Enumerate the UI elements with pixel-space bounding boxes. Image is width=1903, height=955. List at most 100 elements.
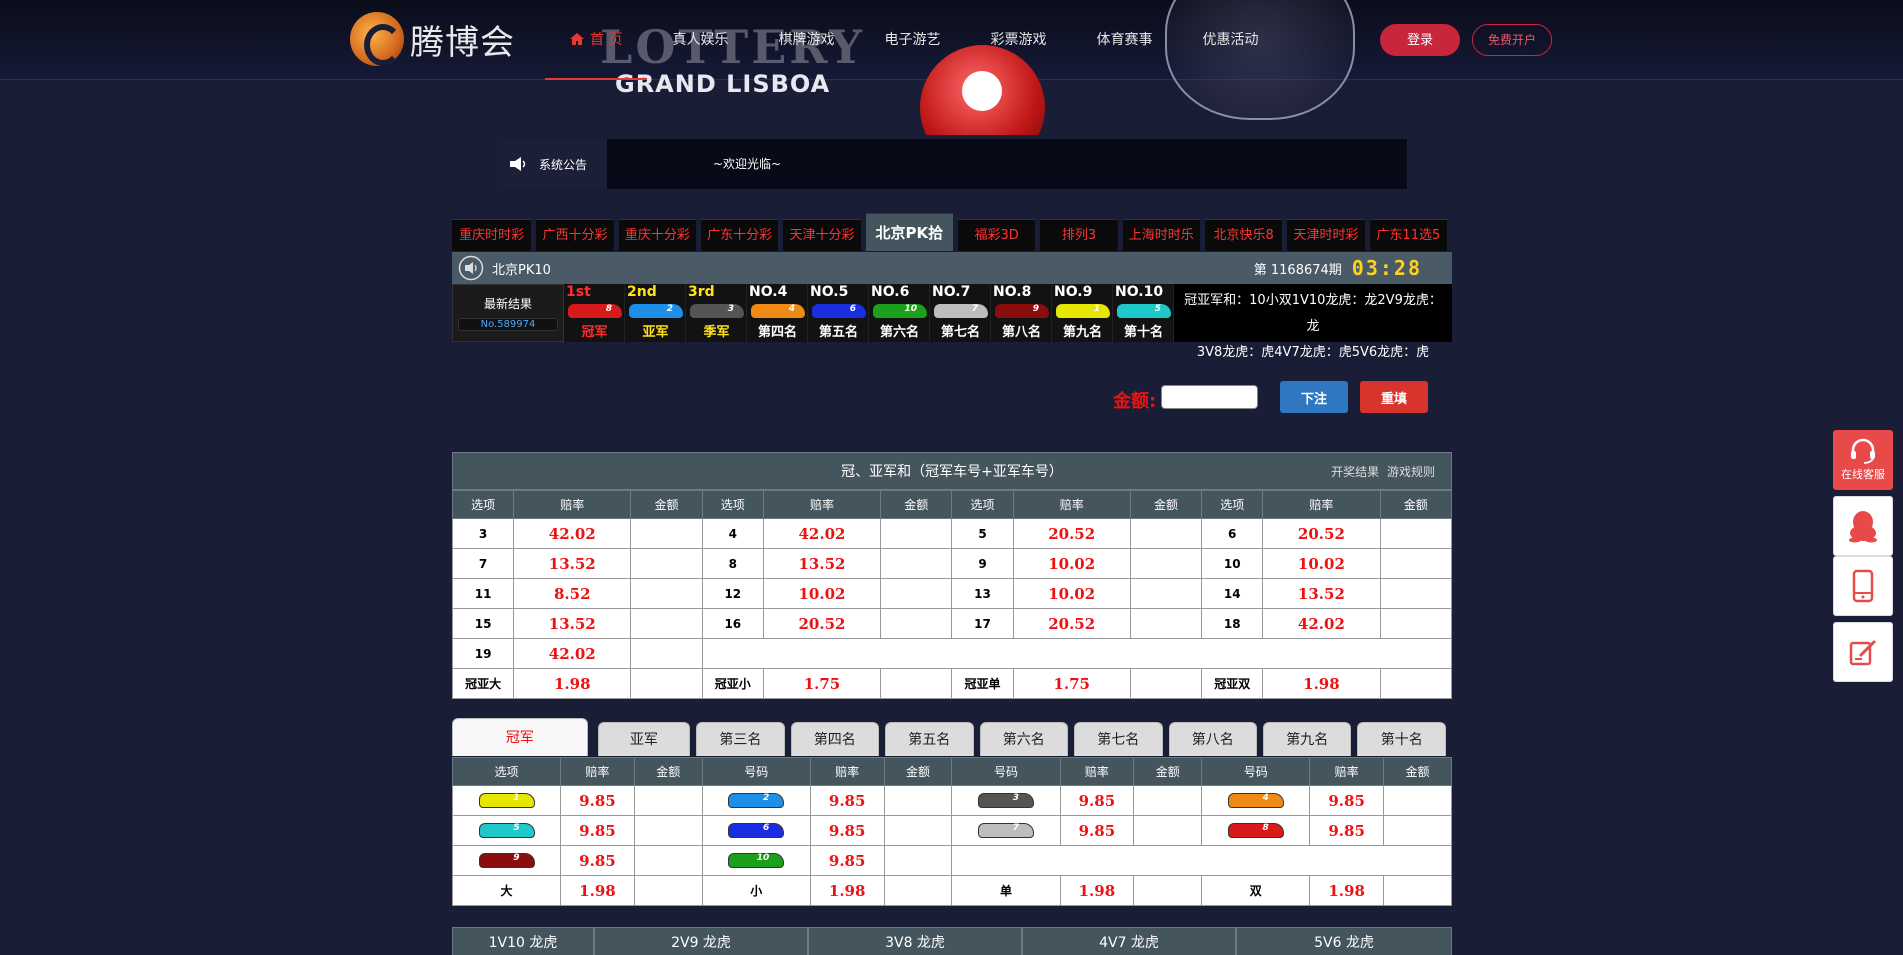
nav-item-1[interactable]: 真人娱乐 — [647, 0, 753, 80]
bet-amount-cell[interactable] — [630, 668, 703, 699]
bet-odds[interactable]: 20.52 — [1012, 608, 1131, 639]
sound-toggle-icon[interactable] — [458, 255, 484, 281]
bet-amount-cell[interactable] — [633, 875, 703, 906]
bet-odds[interactable]: 9.85 — [809, 815, 885, 846]
site-logo[interactable]: 腾博会 — [350, 10, 520, 68]
game-rules-link[interactable]: 游戏规则 — [1387, 465, 1435, 479]
reset-button[interactable]: 重填 — [1360, 381, 1428, 413]
nav-item-4[interactable]: 彩票游戏 — [965, 0, 1071, 80]
bet-odds[interactable]: 1.98 — [1309, 875, 1384, 906]
position-tab-2[interactable]: 第三名 — [696, 722, 785, 756]
bet-odds[interactable]: 1.75 — [762, 668, 882, 699]
bet-amount-cell[interactable] — [880, 578, 953, 609]
bet-amount-cell[interactable] — [1379, 668, 1453, 699]
bet-amount-cell[interactable] — [630, 548, 703, 579]
bet-odds[interactable]: 9.85 — [560, 845, 635, 876]
bet-amount-cell[interactable] — [630, 518, 703, 549]
place-bet-button[interactable]: 下注 — [1280, 381, 1348, 413]
game-tab-0[interactable]: 重庆时时彩 — [452, 219, 532, 251]
bet-odds[interactable]: 9.85 — [1059, 815, 1135, 846]
register-button[interactable]: 免费开户 — [1472, 24, 1552, 56]
bet-odds[interactable]: 20.52 — [1262, 518, 1381, 549]
bet-odds[interactable]: 20.52 — [762, 608, 882, 639]
bet-odds[interactable]: 9.85 — [1309, 815, 1384, 846]
bet-odds[interactable]: 10.02 — [1262, 548, 1381, 579]
bet-odds[interactable]: 8.52 — [513, 578, 632, 609]
online-service-button[interactable]: 在线客服 — [1833, 430, 1893, 490]
feedback-button[interactable] — [1833, 622, 1893, 682]
bet-amount-cell[interactable] — [1379, 608, 1453, 639]
game-tab-7[interactable]: 排列3 — [1040, 219, 1118, 251]
bet-amount-cell[interactable] — [880, 668, 953, 699]
nav-item-2[interactable]: 棋牌游戏 — [753, 0, 859, 80]
nav-item-3[interactable]: 电子游艺 — [859, 0, 965, 80]
game-tab-11[interactable]: 广东11选5 — [1369, 219, 1448, 251]
game-tab-3[interactable]: 广东十分彩 — [701, 219, 779, 251]
position-tab-5[interactable]: 第六名 — [979, 722, 1069, 756]
bet-odds[interactable]: 42.02 — [762, 518, 882, 549]
position-tab-7[interactable]: 第八名 — [1168, 722, 1257, 756]
bet-amount-cell[interactable] — [1129, 518, 1203, 549]
bet-odds[interactable]: 1.98 — [513, 668, 632, 699]
nav-item-0[interactable]: 首 页 — [545, 0, 648, 80]
bet-amount-cell[interactable] — [633, 845, 703, 876]
position-tab-9[interactable]: 第十名 — [1357, 722, 1446, 756]
position-tab-3[interactable]: 第四名 — [790, 722, 880, 756]
bet-odds[interactable]: 10.02 — [1012, 548, 1131, 579]
bet-amount-cell[interactable] — [1133, 875, 1203, 906]
bet-amount-cell[interactable] — [1382, 875, 1453, 906]
bet-amount-cell[interactable] — [883, 815, 953, 846]
bet-odds[interactable]: 13.52 — [1262, 578, 1381, 609]
bet-odds[interactable]: 1.98 — [560, 875, 635, 906]
bet-odds[interactable]: 13.52 — [513, 608, 632, 639]
bet-amount-cell[interactable] — [1133, 785, 1203, 816]
bet-amount-cell[interactable] — [1379, 518, 1453, 549]
bet-amount-cell[interactable] — [1382, 785, 1453, 816]
bet-odds[interactable]: 9.85 — [1059, 785, 1135, 816]
bet-odds[interactable]: 9.85 — [560, 785, 635, 816]
bet-amount-cell[interactable] — [1129, 668, 1203, 699]
game-tab-6[interactable]: 福彩3D — [957, 219, 1036, 251]
bet-amount-cell[interactable] — [630, 638, 703, 669]
bet-amount-cell[interactable] — [1129, 548, 1203, 579]
bet-amount-cell[interactable] — [630, 608, 703, 639]
qq-contact-button[interactable] — [1833, 496, 1893, 556]
bet-amount-cell[interactable] — [1129, 578, 1203, 609]
position-tab-0[interactable]: 冠军 — [452, 718, 588, 756]
bet-amount-cell[interactable] — [880, 518, 953, 549]
position-tab-8[interactable]: 第九名 — [1263, 722, 1352, 756]
position-tab-4[interactable]: 第五名 — [885, 722, 974, 756]
bet-amount-cell[interactable] — [880, 608, 953, 639]
game-tab-4[interactable]: 天津十分彩 — [783, 219, 861, 251]
bet-amount-cell[interactable] — [1133, 815, 1203, 846]
game-tab-5[interactable]: 北京PK拾 — [865, 213, 953, 251]
bet-odds[interactable]: 20.52 — [1012, 518, 1131, 549]
bet-amount-cell[interactable] — [1129, 608, 1203, 639]
bet-amount-cell[interactable] — [880, 548, 953, 579]
bet-odds[interactable]: 42.02 — [513, 638, 632, 669]
draw-results-link[interactable]: 开奖结果 — [1331, 465, 1379, 479]
bet-amount-cell[interactable] — [1382, 815, 1453, 846]
bet-amount-cell[interactable] — [883, 845, 953, 876]
bet-odds[interactable]: 10.02 — [762, 578, 882, 609]
nav-item-6[interactable]: 优惠活动 — [1177, 0, 1283, 80]
game-tab-9[interactable]: 北京快乐8 — [1204, 219, 1283, 251]
bet-odds[interactable]: 42.02 — [513, 518, 632, 549]
bet-odds[interactable]: 42.02 — [1262, 608, 1381, 639]
nav-item-5[interactable]: 体育赛事 — [1071, 0, 1177, 80]
bet-odds[interactable]: 9.85 — [809, 845, 885, 876]
login-button[interactable]: 登录 — [1380, 24, 1460, 56]
bet-odds[interactable]: 9.85 — [1309, 785, 1384, 816]
position-tab-1[interactable]: 亚军 — [597, 722, 691, 756]
bet-odds[interactable]: 10.02 — [1012, 578, 1131, 609]
bet-odds[interactable]: 9.85 — [560, 815, 635, 846]
bet-odds[interactable]: 1.75 — [1012, 668, 1131, 699]
bet-odds[interactable]: 13.52 — [513, 548, 632, 579]
bet-amount-cell[interactable] — [1379, 578, 1453, 609]
bet-amount-cell[interactable] — [633, 815, 703, 846]
game-tab-10[interactable]: 天津时时彩 — [1287, 219, 1365, 251]
bet-odds[interactable]: 9.85 — [809, 785, 885, 816]
bet-amount-cell[interactable] — [630, 578, 703, 609]
game-tab-8[interactable]: 上海时时乐 — [1122, 219, 1200, 251]
bet-odds[interactable]: 1.98 — [809, 875, 885, 906]
